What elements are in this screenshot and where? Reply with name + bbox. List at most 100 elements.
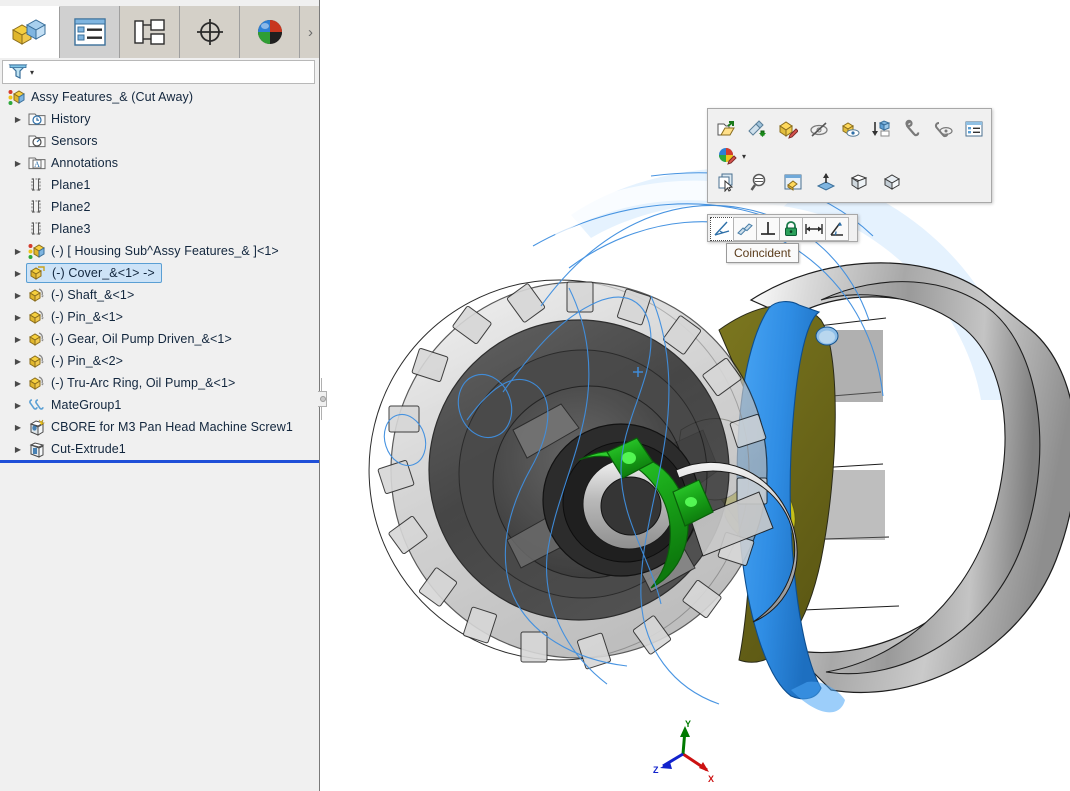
tree-item-label: MateGroup1 xyxy=(51,398,122,412)
expand-arrow-icon[interactable]: ▶ xyxy=(10,401,26,410)
feature-shaded-icon[interactable] xyxy=(881,171,903,193)
feature-tree[interactable]: Assy Features_& (Cut Away) ▶ History Sen… xyxy=(0,86,319,460)
plane-icon xyxy=(26,176,48,194)
crosshair-target-icon xyxy=(196,19,223,45)
zoom-to-selection-icon[interactable] xyxy=(749,171,771,193)
view-mates-icon[interactable] xyxy=(782,171,804,193)
mate-perpendicular-button[interactable] xyxy=(756,217,780,241)
tree-item-plane2[interactable]: Plane2 xyxy=(0,196,319,218)
tree-item-cut-extrude[interactable]: ▶ Cut-Extrude1 xyxy=(0,438,319,460)
expand-arrow-icon[interactable]: ▶ xyxy=(10,291,26,300)
tree-item-label: Sensors xyxy=(51,134,98,148)
tree-item-label: Plane3 xyxy=(51,222,91,236)
collapse-items-icon[interactable] xyxy=(871,118,891,140)
tree-item-label: (-) Pin_&<2> xyxy=(51,354,124,368)
component-properties-icon[interactable] xyxy=(964,118,984,140)
configuration-manager-tab[interactable] xyxy=(120,6,180,58)
tree-item-sensors[interactable]: Sensors xyxy=(0,130,319,152)
normal-to-icon[interactable] xyxy=(815,171,837,193)
tree-item-label: (-) Gear, Oil Pump Driven_&<1> xyxy=(51,332,232,346)
expand-arrow-icon[interactable]: ▶ xyxy=(10,313,26,322)
filter-funnel-icon xyxy=(8,64,28,79)
mate-coincident-button[interactable] xyxy=(710,217,734,241)
appearance-icon[interactable] xyxy=(716,145,738,167)
tree-item-gear-oil-pump-driven[interactable]: ▶ (-) Gear, Oil Pump Driven_&<1> xyxy=(0,328,319,350)
expand-arrow-icon[interactable]: ▶ xyxy=(10,115,26,124)
rollback-bar[interactable] xyxy=(0,460,319,463)
open-part-icon[interactable] xyxy=(716,118,736,140)
tree-item-history[interactable]: ▶ History xyxy=(0,108,319,130)
hide-components-icon[interactable] xyxy=(809,118,829,140)
tree-item-housing-subassembly[interactable]: ▶ (-) [ Housing Sub^Assy Features_& ]<1> xyxy=(0,240,319,262)
tree-item-label: (-) Tru-Arc Ring, Oil Pump_&<1> xyxy=(51,376,236,390)
tree-item-annotations[interactable]: ▶ A Annotations xyxy=(0,152,319,174)
filter-dropdown-chevron[interactable]: ▾ xyxy=(30,68,34,77)
tree-item-shaft[interactable]: ▶ (-) Shaft_&<1> xyxy=(0,284,319,306)
mate-lock-button[interactable] xyxy=(779,217,803,241)
expand-arrow-icon[interactable]: ▶ xyxy=(10,445,26,454)
expand-arrow-icon[interactable]: ▶ xyxy=(10,335,26,344)
splitter-grip-dot[interactable] xyxy=(320,396,326,402)
isolate-icon[interactable] xyxy=(840,118,860,140)
property-list-icon xyxy=(73,18,106,46)
select-other-icon[interactable] xyxy=(716,171,738,193)
subassembly-icon xyxy=(26,242,48,260)
mate-angle-button[interactable] xyxy=(825,217,849,241)
expand-arrow-icon[interactable]: ▶ xyxy=(10,159,26,168)
manager-tab-bar: › xyxy=(0,6,319,58)
tree-item-plane3[interactable]: Plane3 xyxy=(0,218,319,240)
solidworks-window: X Y Z ▾ Coincident › ▾ Assy Features_& (… xyxy=(0,0,1070,791)
tree-item-label: (-) [ Housing Sub^Assy Features_& ]<1> xyxy=(51,244,279,258)
tree-item-cover[interactable]: ▶ (-) Cover_&<1> -> xyxy=(0,262,319,284)
context-toolbar-row-2: ▾ xyxy=(716,143,983,169)
coordinate-triad: X Y Z xyxy=(653,719,714,784)
tree-item-pin-1[interactable]: ▶ (-) Pin_&<1> xyxy=(0,306,319,328)
mate-parallel-button[interactable] xyxy=(733,217,757,241)
context-toolbar[interactable]: ▾ xyxy=(707,108,992,203)
color-sphere-icon xyxy=(257,20,282,44)
dimxpert-manager-tab[interactable] xyxy=(180,6,240,58)
property-manager-tab[interactable] xyxy=(60,6,120,58)
expand-arrow-icon[interactable]: ▶ xyxy=(10,269,26,278)
part-external-icon xyxy=(26,286,48,304)
tree-item-label: (-) Cover_&<1> -> xyxy=(52,266,155,280)
chevron-down-icon[interactable]: ▾ xyxy=(742,152,746,161)
fix-component-icon[interactable] xyxy=(902,118,922,140)
tree-item-label: Assy Features_& (Cut Away) xyxy=(31,90,194,104)
expand-arrow-icon[interactable]: ▶ xyxy=(10,357,26,366)
hole-wizard-icon xyxy=(26,418,48,436)
tree-item-label: History xyxy=(51,112,91,126)
context-toolbar-row-3 xyxy=(716,169,983,195)
edit-part-icon[interactable] xyxy=(778,118,798,140)
section-view-icon[interactable] xyxy=(848,171,870,193)
display-manager-tab[interactable] xyxy=(240,6,300,58)
tree-item-plane1[interactable]: Plane1 xyxy=(0,174,319,196)
history-folder-icon xyxy=(26,110,48,128)
mate-popup-toolbar[interactable] xyxy=(707,214,858,242)
tree-item-cbore-hole[interactable]: ▶ CBORE for M3 Pan Head Machine Screw1 xyxy=(0,416,319,438)
change-transparency-icon[interactable] xyxy=(747,118,767,140)
sensors-folder-icon xyxy=(26,132,48,150)
tree-filter-bar[interactable]: ▾ xyxy=(2,60,315,84)
triad-x-label: X xyxy=(708,774,714,784)
cut-extrude-icon xyxy=(26,440,48,458)
tree-item-pin-2[interactable]: ▶ (-) Pin_&<2> xyxy=(0,350,319,372)
mate-tooltip: Coincident xyxy=(726,243,799,263)
tree-item-mategroup[interactable]: ▶ MateGroup1 xyxy=(0,394,319,416)
tab-overflow-chevron[interactable]: › xyxy=(300,6,319,58)
plane-icon xyxy=(26,220,48,238)
panel-splitter[interactable] xyxy=(318,378,328,420)
part-tree-icon xyxy=(11,18,46,45)
mate-distance-button[interactable] xyxy=(802,217,826,241)
tree-item-tru-arc-ring[interactable]: ▶ (-) Tru-Arc Ring, Oil Pump_&<1> xyxy=(0,372,319,394)
tree-item-label: (-) Pin_&<1> xyxy=(51,310,124,324)
tree-root-item[interactable]: Assy Features_& (Cut Away) xyxy=(0,86,319,108)
annotations-folder-icon: A xyxy=(26,154,48,172)
expand-arrow-icon[interactable]: ▶ xyxy=(10,379,26,388)
suppress-icon[interactable] xyxy=(933,118,953,140)
feature-manager-tab[interactable] xyxy=(0,6,60,58)
svg-text:A: A xyxy=(34,160,40,169)
expand-arrow-icon[interactable]: ▶ xyxy=(10,423,26,432)
part-external-icon xyxy=(26,308,48,326)
expand-arrow-icon[interactable]: ▶ xyxy=(10,247,26,256)
